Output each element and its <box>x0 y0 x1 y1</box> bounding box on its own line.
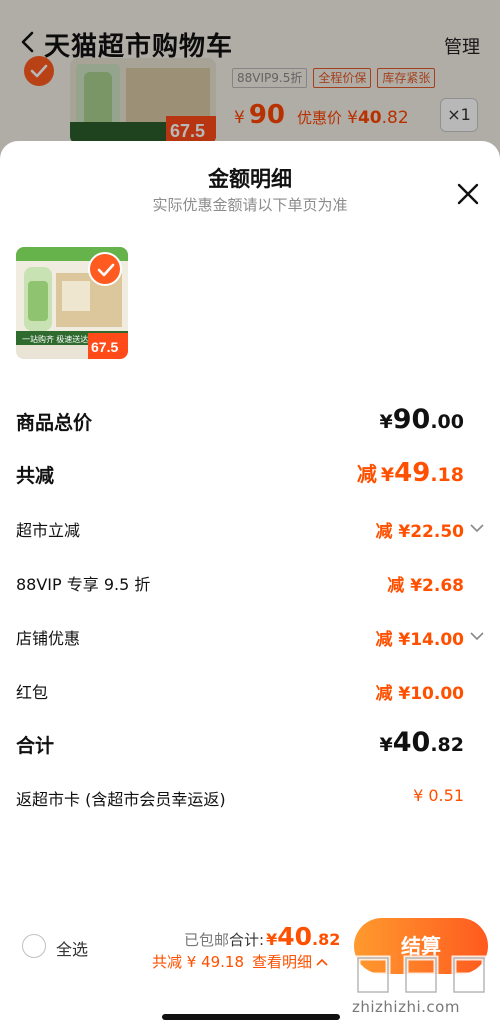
sheet-title: 金额明细 <box>208 167 292 191</box>
supermarket-discount-label: 超市立减 <box>16 521 81 540</box>
discount-summary[interactable]: 共减 ¥ 49.18 查看明细 <box>152 951 328 972</box>
subtotal-row: 商品总价 ¥90.00 <box>16 404 484 438</box>
cashback-row: 返超市卡 (含超市会员幸运返) ¥ 0.51 <box>16 786 484 816</box>
red-packet-label: 红包 <box>16 683 49 702</box>
dim-overlay[interactable] <box>0 0 500 160</box>
svg-text:67.5: 67.5 <box>91 339 118 355</box>
watermark-logo <box>355 955 487 995</box>
sheet-subtitle: 实际优惠金额请以下单页为准 <box>152 196 348 214</box>
total-label: 合计: <box>229 931 265 949</box>
cashback-value: ¥ 0.51 <box>413 786 464 805</box>
home-indicator <box>162 1014 340 1020</box>
red-packet-value: 减 ¥10.00 <box>375 684 464 704</box>
store-discount-value: 减 ¥14.00 <box>375 630 464 650</box>
store-discount-label: 店铺优惠 <box>16 629 81 648</box>
close-icon[interactable] <box>455 181 481 207</box>
subtotal-label: 商品总价 <box>16 412 93 434</box>
store-discount-row[interactable]: 店铺优惠 减 ¥14.00 <box>16 625 484 655</box>
watermark-url: zhizhizhi.com <box>352 998 460 1016</box>
chevron-down-icon[interactable] <box>470 523 484 533</box>
total-discount-row: 共减 减 ¥49.18 <box>16 458 484 491</box>
supermarket-discount-value: 减 ¥22.50 <box>375 522 464 542</box>
vip-discount-value: 减 ¥2.68 <box>387 576 464 596</box>
shipping-total: 已包邮合计: ¥40.82 <box>184 922 341 951</box>
free-shipping-label: 已包邮 <box>184 931 230 949</box>
grand-total-label: 合计 <box>16 735 55 757</box>
view-detail-link[interactable]: 查看明细 <box>252 953 312 971</box>
chevron-down-icon[interactable] <box>470 631 484 641</box>
svg-text:一站购齐 极速送达: 一站购齐 极速送达 <box>22 334 88 344</box>
product-selected-check-icon[interactable] <box>88 252 122 286</box>
total-discount-value: 减 ¥49.18 <box>356 458 464 488</box>
total-discount-label: 共减 <box>16 465 55 487</box>
amount-detail-sheet: 金额明细 实际优惠金额请以下单页为准 一站购齐 极速送达 67.5 商品总价 ¥… <box>0 141 500 1032</box>
vip-discount-row: 88VIP 专享 9.5 折 减 ¥2.68 <box>16 571 484 601</box>
discount-text: 共减 ¥ 49.18 <box>152 953 245 971</box>
grand-total-value: ¥40.82 <box>379 727 464 758</box>
supermarket-discount-row[interactable]: 超市立减 减 ¥22.50 <box>16 517 484 547</box>
cashback-label: 返超市卡 (含超市会员幸运返) <box>16 790 226 809</box>
grand-total-row: 合计 ¥40.82 <box>16 727 484 761</box>
cart-page-background: 天猫超市购物车 管理 67.5 88VIP9.5折 全程价保 库存紧张 ¥90 优… <box>0 0 500 160</box>
select-all-radio[interactable] <box>22 934 46 958</box>
vip-discount-label: 88VIP 专享 9.5 折 <box>16 575 151 594</box>
select-all-label[interactable]: 全选 <box>56 936 88 960</box>
red-packet-row: 红包 减 ¥10.00 <box>16 679 484 709</box>
subtotal-value: ¥90.00 <box>379 404 464 435</box>
chevron-up-icon[interactable] <box>316 958 328 967</box>
